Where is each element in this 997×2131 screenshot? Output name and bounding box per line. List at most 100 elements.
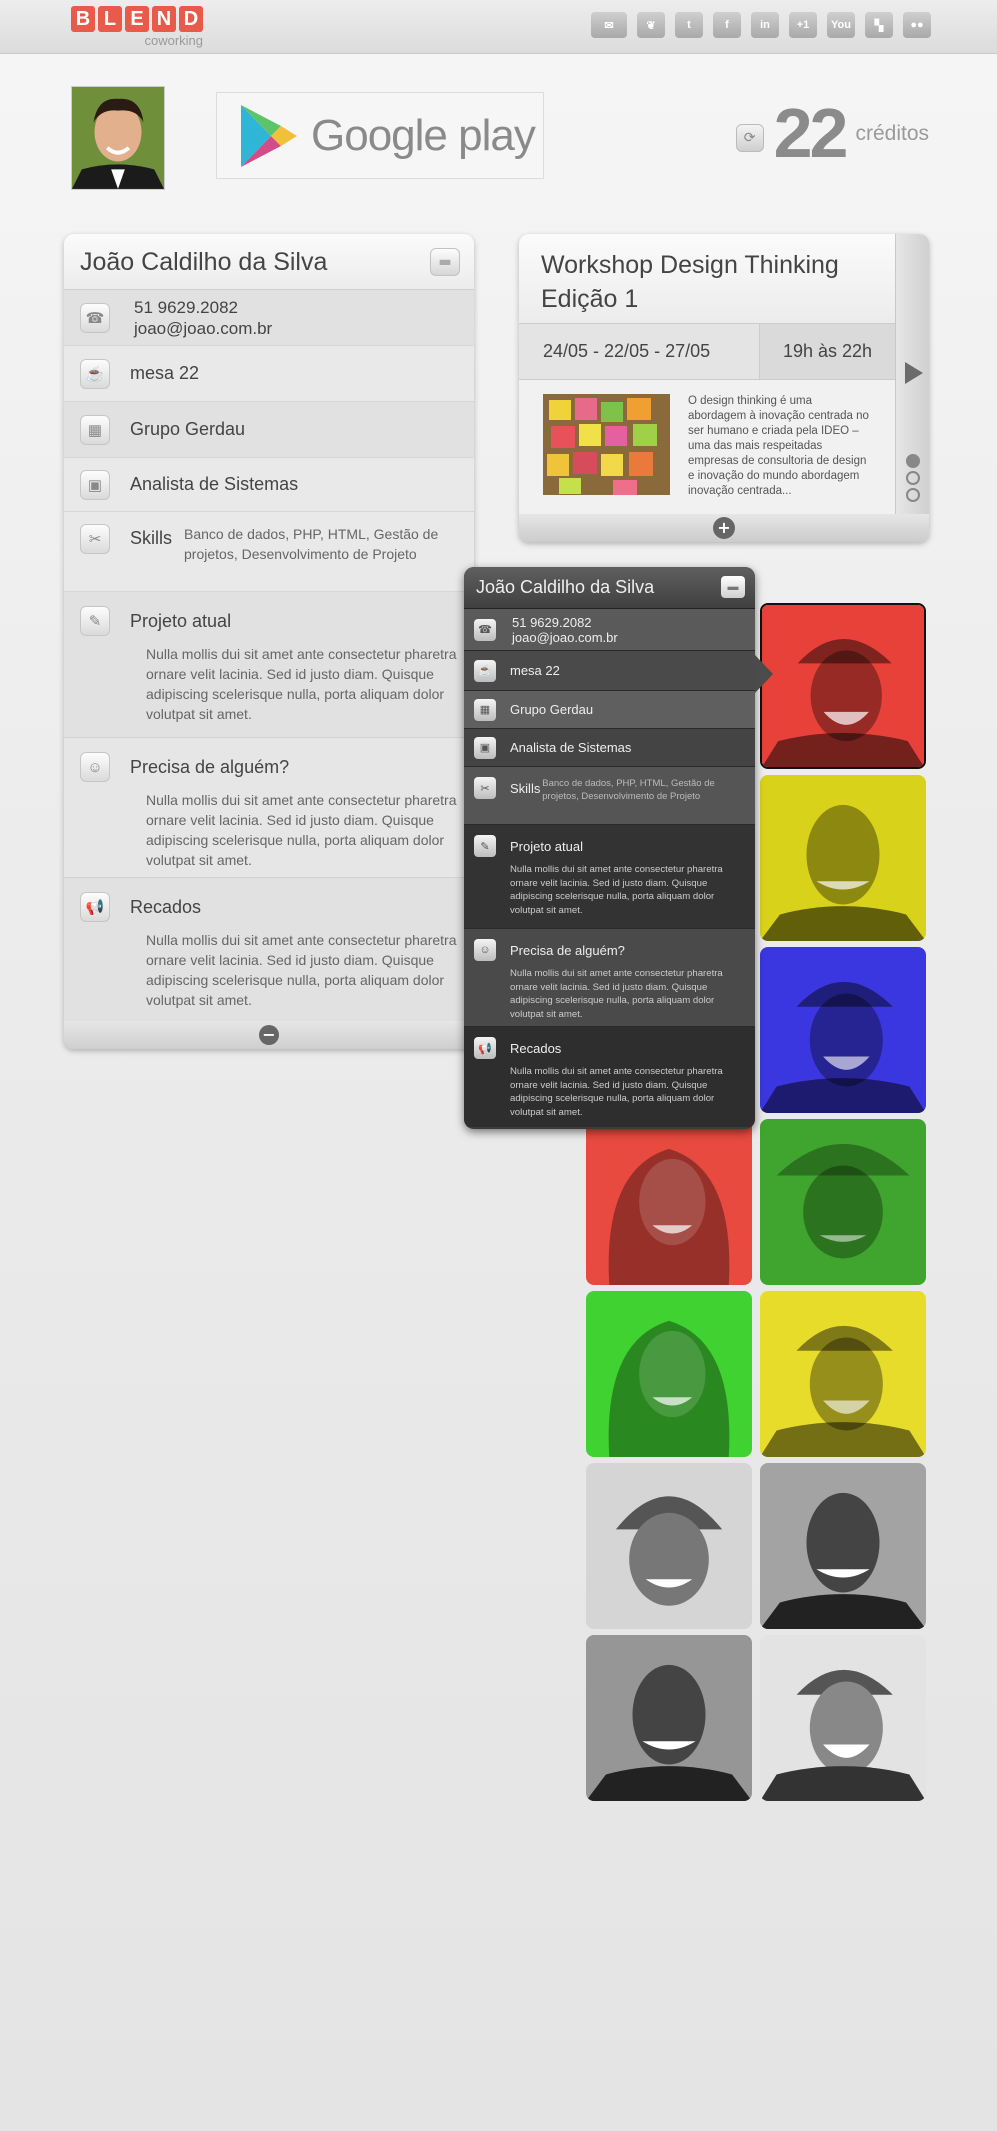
contact-text: 51 9629.2082 joao@joao.com.br [134,297,272,339]
megaphone-icon: 📢 [474,1037,496,1059]
member-photo[interactable] [760,1463,926,1629]
popup-section-title: Projeto atual [510,838,583,854]
message-icon[interactable]: ▬ [430,248,460,276]
google-play-label: Google play [311,110,536,160]
megaphone-icon: 📢 [80,892,110,922]
id-card-icon: ▣ [474,736,496,759]
section-text: Nulla mollis dui sit amet ante consectet… [146,792,457,868]
popup-section-text: Nulla mollis dui sit amet ante consectet… [510,864,723,916]
profile-popup: João Caldilho da Silva ▬ ☎ 51 9629.2082 … [464,567,755,1129]
workshop-dates-row: 24/05 - 22/05 - 27/05 19h às 22h [519,324,895,380]
flickr-icon[interactable]: ●● [903,12,931,38]
skills-row: ✂ Skills Banco de dados, PHP, HTML, Gest… [64,512,474,592]
credits-value: 22 [773,94,849,172]
profile-name: João Caldilho da Silva [80,248,328,276]
member-face [586,1463,752,1629]
phone-number: 51 9629.2082 [134,297,238,317]
delicious-icon[interactable]: ▚ [865,12,893,38]
avatar-photo [72,87,164,189]
profile-card-footer: − [64,1021,474,1049]
workshop-title[interactable]: Workshop Design Thinking Edição 1 [519,234,895,324]
twitter-icon[interactable]: t [675,12,703,38]
workshop-body: O design thinking é uma abordagem à inov… [519,380,895,514]
popup-section-text: Nulla mollis dui sit amet ante consectet… [510,1066,723,1118]
popup-header: João Caldilho da Silva ▬ [464,567,755,609]
contact-row: ☎ 51 9629.2082 joao@joao.com.br [64,290,474,346]
collapse-icon[interactable]: − [259,1025,279,1045]
desk-row: ☕ mesa 22 [64,346,474,402]
need-someone-section: ☺ Precisa de alguém? Nulla mollis dui sit… [64,738,474,878]
member-face [760,775,926,941]
workshop-time: 19h às 22h [759,324,895,379]
section-text: Nulla mollis dui sit amet ante consectet… [146,646,457,722]
member-photo[interactable] [586,1119,752,1285]
popup-current-project: ✎ Projeto atual Nulla mollis dui sit amet… [464,825,755,929]
id-card-icon: ▣ [80,469,110,500]
workshop-description: O design thinking é uma abordagem à inov… [688,395,869,497]
plus-one-icon[interactable]: +1 [789,12,817,38]
desk-label: mesa 22 [130,363,200,383]
section-title: Precisa de alguém? [130,756,290,777]
member-photo[interactable] [586,1635,752,1801]
member-photo[interactable] [760,1291,926,1457]
popup-skills-row: ✂ Skills Banco de dados, PHP, HTML, Gest… [464,767,755,825]
next-arrow-icon[interactable] [905,362,923,384]
people-icon: ☺ [80,752,110,782]
refresh-icon[interactable]: ⟳ [735,124,764,152]
bird-icon[interactable]: ❦ [637,12,665,38]
member-photo[interactable] [760,775,926,941]
member-face [760,1635,926,1801]
expand-icon[interactable]: + [713,517,735,539]
current-project-section: ✎ Projeto atual Nulla mollis dui sit amet… [64,592,474,738]
logo-letter: E [125,6,149,32]
profile-card-header: João Caldilho da Silva ▬ [64,234,474,290]
workshop-side-nav [895,234,929,514]
phone-icon: ☎ [474,618,496,641]
logo-letters: B L E N D [71,6,203,32]
member-photo[interactable] [760,603,926,769]
popup-messages: 📢 Recados Nulla mollis dui sit amet ante … [464,1027,755,1127]
workshop-thumbnail[interactable] [543,394,670,495]
pencil-ruler-icon: ✎ [80,606,110,636]
popup-group: Grupo Gerdau [510,702,594,717]
member-photo[interactable] [760,1635,926,1801]
tools-icon: ✂ [80,524,110,554]
workshop-main: Workshop Design Thinking Edição 1 24/05 … [519,234,895,514]
popup-skills-label: Skills [510,781,541,796]
popup-section-text: Nulla mollis dui sit amet ante consectet… [510,968,723,1020]
mail-icon[interactable]: ✉ [591,12,627,38]
blend-logo[interactable]: B L E N D coworking [71,6,203,48]
message-icon[interactable]: ▬ [721,576,745,598]
page-dot-active[interactable] [906,454,920,468]
coffee-icon: ☕ [80,358,110,389]
credits-label: créditos [855,122,929,145]
page-dot[interactable] [906,488,920,502]
top-bar: B L E N D coworking ✉ ❦ t f in +1 You ▚ … [0,0,997,54]
sticky-notes-image [543,394,670,495]
popup-section-title: Precisa de alguém? [510,942,625,958]
profile-card: João Caldilho da Silva ▬ ☎ 51 9629.2082 … [64,234,474,1049]
popup-skills-value: Banco de dados, PHP, HTML, Gestão de pro… [542,778,715,802]
page-dot[interactable] [906,471,920,485]
linkedin-icon[interactable]: in [751,12,779,38]
user-avatar[interactable] [71,86,165,190]
logo-subtitle: coworking [144,33,203,48]
logo-letter: N [152,6,176,32]
member-photo[interactable] [760,1119,926,1285]
member-face [586,1291,752,1457]
member-photo[interactable] [586,1463,752,1629]
email-address[interactable]: joao@joao.com.br [134,318,272,339]
popup-role: Analista de Sistemas [510,740,632,755]
popup-email[interactable]: joao@joao.com.br [512,630,618,645]
popup-group-row: ▦ Grupo Gerdau [464,691,755,729]
facebook-icon[interactable]: f [713,12,741,38]
google-play-badge[interactable]: Google play [216,92,544,179]
youtube-icon[interactable]: You [827,12,855,38]
member-photo[interactable] [586,1291,752,1457]
logo-letter: B [71,6,95,32]
member-face [760,1291,926,1457]
building-icon: ▦ [80,414,110,445]
member-photo[interactable] [760,947,926,1113]
coffee-icon: ☕ [474,659,496,682]
social-links: ✉ ❦ t f in +1 You ▚ ●● [591,12,931,38]
